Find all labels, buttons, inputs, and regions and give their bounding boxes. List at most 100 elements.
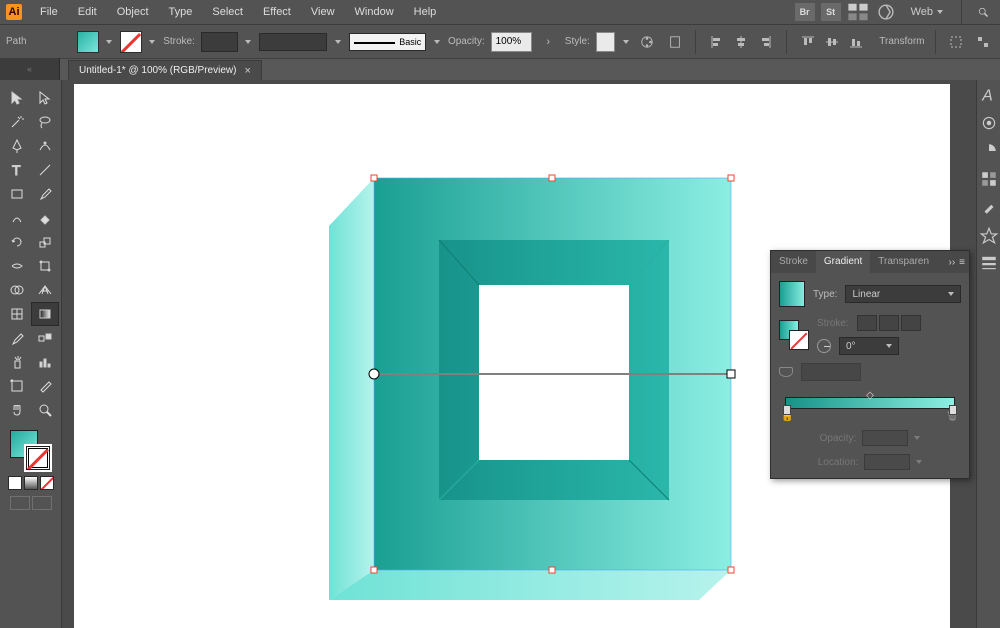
menu-select[interactable]: Select — [202, 0, 253, 24]
opacity-input[interactable]: 100% — [491, 32, 532, 52]
stroke-weight-input[interactable] — [201, 32, 238, 52]
workspace-switcher[interactable]: Web — [903, 6, 951, 18]
color-mode-none[interactable] — [40, 476, 54, 490]
arrange-documents-icon[interactable] — [847, 3, 869, 21]
isolate-group-icon[interactable] — [945, 31, 966, 53]
tab-gradient[interactable]: Gradient — [816, 251, 870, 273]
menu-edit[interactable]: Edit — [68, 0, 107, 24]
fill-dropdown[interactable] — [105, 40, 115, 44]
shaper-tool[interactable] — [3, 206, 31, 230]
variable-width-profile[interactable] — [259, 33, 327, 51]
variable-width-dropdown[interactable] — [333, 40, 343, 44]
eraser-tool[interactable] — [31, 206, 59, 230]
brush-dropdown[interactable] — [432, 40, 442, 44]
hand-tool[interactable] — [3, 398, 31, 422]
shape-builder-tool[interactable] — [3, 278, 31, 302]
properties-panel-icon[interactable]: A — [980, 86, 998, 104]
align-right-icon[interactable] — [754, 31, 776, 53]
stroke-weight-stepper[interactable] — [244, 40, 254, 44]
stroke-gradient-along[interactable] — [879, 315, 899, 331]
menu-help[interactable]: Help — [404, 0, 447, 24]
perspective-grid-tool[interactable] — [31, 278, 59, 302]
pen-tool[interactable] — [3, 134, 31, 158]
line-segment-tool[interactable] — [31, 158, 59, 182]
gradient-slider[interactable]: ◇ — [785, 397, 955, 409]
zoom-tool[interactable] — [31, 398, 59, 422]
menu-file[interactable]: File — [30, 0, 68, 24]
artboard-tool[interactable] — [3, 374, 31, 398]
mesh-tool[interactable] — [3, 302, 31, 326]
gpu-preview-icon[interactable] — [875, 3, 897, 21]
gradient-type-select[interactable]: Linear — [845, 285, 961, 303]
gradient-fill-stroke-toggle[interactable] — [779, 320, 809, 350]
tab-transparency[interactable]: Transparen — [870, 251, 937, 273]
lasso-tool[interactable] — [31, 110, 59, 134]
selection-tool[interactable] — [3, 86, 31, 110]
color-panel-icon[interactable] — [980, 142, 998, 160]
change-screen-mode[interactable] — [32, 496, 52, 510]
gradient-midpoint-icon[interactable]: ◇ — [866, 390, 874, 401]
screen-mode-button[interactable] — [10, 496, 30, 510]
bridge-button[interactable]: Br — [795, 3, 815, 21]
fill-stroke-indicator[interactable] — [8, 428, 54, 474]
search-icon[interactable] — [972, 3, 994, 21]
libraries-panel-icon[interactable] — [980, 114, 998, 132]
gradient-stop-end[interactable] — [949, 405, 957, 415]
align-bottom-icon[interactable] — [845, 31, 867, 53]
eyedropper-tool[interactable] — [3, 326, 31, 350]
recolor-artwork-icon[interactable] — [637, 31, 658, 53]
brush-definition[interactable]: Basic — [349, 33, 427, 51]
fill-swatch[interactable] — [77, 31, 98, 53]
type-tool[interactable]: T — [3, 158, 31, 182]
gradient-stop-start[interactable] — [783, 405, 791, 415]
paintbrush-tool[interactable] — [31, 182, 59, 206]
align-hcenter-icon[interactable] — [730, 31, 752, 53]
toolbar-collapse-icon[interactable]: « — [0, 58, 60, 80]
free-transform-tool[interactable] — [31, 254, 59, 278]
slice-tool[interactable] — [31, 374, 59, 398]
style-dropdown[interactable] — [621, 40, 631, 44]
stock-button[interactable]: St — [821, 3, 841, 21]
width-tool[interactable] — [3, 254, 31, 278]
align-top-icon[interactable] — [797, 31, 819, 53]
blend-tool[interactable] — [31, 326, 59, 350]
stroke-dropdown[interactable] — [148, 40, 158, 44]
menu-view[interactable]: View — [301, 0, 345, 24]
curvature-tool[interactable] — [31, 134, 59, 158]
symbols-panel-icon[interactable] — [980, 226, 998, 244]
gradient-panel[interactable]: Stroke Gradient Transparen ›› ≡ Type: Li… — [770, 250, 970, 479]
menu-object[interactable]: Object — [107, 0, 159, 24]
swatches-panel-icon[interactable] — [980, 170, 998, 188]
symbol-sprayer-tool[interactable] — [3, 350, 31, 374]
color-mode-gradient[interactable] — [24, 476, 38, 490]
scale-tool[interactable] — [31, 230, 59, 254]
gradient-preview[interactable] — [779, 281, 805, 307]
color-mode-solid[interactable] — [8, 476, 22, 490]
stroke-gradient-within[interactable] — [857, 315, 877, 331]
document-setup-icon[interactable] — [664, 31, 685, 53]
align-left-icon[interactable] — [706, 31, 728, 53]
select-similar-icon[interactable] — [973, 31, 994, 53]
gradient-tool[interactable] — [31, 302, 59, 326]
magic-wand-tool[interactable] — [3, 110, 31, 134]
menu-window[interactable]: Window — [345, 0, 404, 24]
panel-menu-icon[interactable]: ≡ — [959, 257, 965, 268]
column-graph-tool[interactable] — [31, 350, 59, 374]
gradient-angle-input[interactable]: 0° — [839, 337, 899, 355]
brushes-panel-icon[interactable] — [980, 198, 998, 216]
align-vcenter-icon[interactable] — [821, 31, 843, 53]
direct-selection-tool[interactable] — [31, 86, 59, 110]
close-icon[interactable]: × — [244, 65, 250, 77]
stroke-color-box[interactable] — [24, 444, 52, 472]
rectangle-tool[interactable] — [3, 182, 31, 206]
stroke-swatch[interactable] — [120, 31, 141, 53]
menu-type[interactable]: Type — [159, 0, 203, 24]
stroke-panel-icon[interactable] — [980, 254, 998, 272]
tab-stroke[interactable]: Stroke — [771, 251, 816, 273]
document-tab[interactable]: Untitled-1* @ 100% (RGB/Preview) × — [68, 60, 262, 80]
rotate-tool[interactable] — [3, 230, 31, 254]
transform-label[interactable]: Transform — [879, 36, 924, 47]
menu-effect[interactable]: Effect — [253, 0, 301, 24]
stroke-gradient-across[interactable] — [901, 315, 921, 331]
graphic-style-swatch[interactable] — [596, 32, 615, 52]
